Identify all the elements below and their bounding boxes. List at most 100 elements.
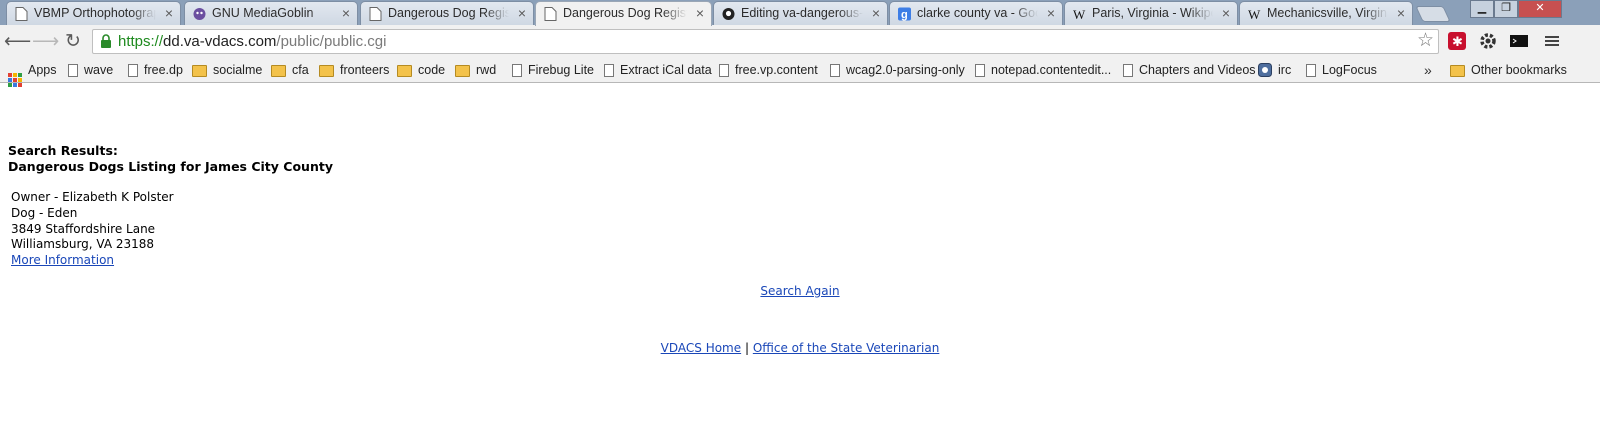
- wikipedia-icon: W: [1073, 7, 1086, 21]
- bookmark-label: Apps: [28, 63, 57, 77]
- url-text[interactable]: https://dd.va-vdacs.com/public/public.cg…: [118, 33, 386, 50]
- tab-title: Editing va-dangerous-dogs: [741, 6, 863, 20]
- tab-close-icon[interactable]: ×: [1222, 5, 1230, 21]
- menu-icon[interactable]: [1542, 31, 1562, 51]
- tab-close-icon[interactable]: ×: [165, 5, 173, 21]
- search-again-link[interactable]: Search Again: [760, 284, 839, 298]
- bookmark-socialme[interactable]: socialme: [192, 62, 262, 79]
- bookmark-label: notepad.contentedit...: [991, 63, 1112, 77]
- state-veterinarian-link[interactable]: Office of the State Veterinarian: [753, 341, 940, 355]
- tab-close-icon[interactable]: ×: [872, 5, 880, 21]
- tab-vbmp[interactable]: VBMP Orthophotograph ×: [6, 1, 181, 25]
- tab-strip: VBMP Orthophotograph × GNU MediaGoblin ×…: [0, 0, 1600, 26]
- bookmark-label: LogFocus: [1322, 63, 1377, 77]
- tab-close-icon[interactable]: ×: [696, 5, 704, 21]
- bookmark-label: wave: [84, 63, 114, 77]
- tab-title: VBMP Orthophotograph: [34, 6, 156, 20]
- bookmark-notepad[interactable]: notepad.contentedit...: [975, 62, 1111, 79]
- page-icon: [512, 64, 522, 77]
- terminal-icon[interactable]: [1509, 31, 1529, 51]
- url-scheme: https://: [118, 33, 164, 50]
- reload-icon[interactable]: ↻: [61, 30, 85, 54]
- tab-wikipedia-mechanicsville[interactable]: W Mechanicsville, Virginia ×: [1239, 1, 1413, 25]
- page-icon: [1306, 64, 1316, 77]
- svg-text:W: W: [1073, 7, 1086, 21]
- tab-title: Paris, Virginia - Wikipedia: [1092, 6, 1213, 20]
- folder-icon: [455, 65, 470, 77]
- lastpass-icon[interactable]: ✱: [1447, 31, 1467, 51]
- tab-close-icon[interactable]: ×: [342, 5, 350, 21]
- lock-icon: [101, 34, 111, 48]
- tab-google-search[interactable]: g clarke county va - Google ×: [889, 1, 1063, 25]
- minimize-icon[interactable]: ▁: [1470, 0, 1494, 18]
- tab-title: Dangerous Dog Registry: [388, 6, 509, 20]
- url-path: /public/public.cgi: [276, 33, 387, 50]
- bookmark-fronteers[interactable]: fronteers: [319, 62, 389, 79]
- results-heading: Search Results: Dangerous Dogs Listing f…: [8, 143, 333, 175]
- github-icon: [722, 8, 735, 20]
- tab-wikipedia-paris[interactable]: W Paris, Virginia - Wikipedia ×: [1064, 1, 1238, 25]
- bookmark-label: fronteers: [340, 63, 390, 77]
- tab-dangerous-dog-active[interactable]: Dangerous Dog Registry ×: [535, 1, 712, 26]
- more-information-link[interactable]: More Information: [11, 253, 114, 267]
- page-icon: [128, 64, 138, 77]
- bookmark-rwd[interactable]: rwd: [455, 62, 496, 79]
- tab-close-icon[interactable]: ×: [1047, 5, 1055, 21]
- bookmark-chapters-videos[interactable]: Chapters and Videos: [1123, 62, 1256, 79]
- bookmark-apps[interactable]: Apps: [8, 62, 57, 87]
- footer-separator: |: [744, 341, 749, 355]
- wikipedia-icon: W: [1248, 7, 1261, 21]
- bookmarks-bar: Apps wave free.dp socialme cfa fronteers…: [0, 58, 1600, 87]
- tab-github-editing[interactable]: Editing va-dangerous-dogs ×: [713, 1, 888, 25]
- bookmark-label: rwd: [476, 63, 497, 77]
- tab-close-icon[interactable]: ×: [518, 5, 526, 21]
- folder-icon: [319, 65, 334, 77]
- folder-icon: [397, 65, 412, 77]
- bookmark-wave[interactable]: wave: [68, 62, 113, 79]
- bookmark-other-bookmarks[interactable]: Other bookmarks: [1450, 62, 1567, 79]
- bookmark-free-vp-content[interactable]: free.vp.content: [719, 62, 818, 79]
- bookmarks-overflow-chevron-icon[interactable]: »: [1424, 62, 1432, 78]
- address-bar[interactable]: https://dd.va-vdacs.com/public/public.cg…: [92, 29, 1439, 54]
- bookmark-label: wcag2.0-parsing-only: [846, 63, 965, 77]
- bookmark-star-icon[interactable]: ☆: [1417, 31, 1434, 51]
- folder-icon: [1450, 65, 1465, 77]
- bookmark-extract-ical[interactable]: Extract iCal data: [604, 62, 712, 79]
- dog-line: Dog - Eden: [11, 205, 78, 220]
- page-icon: [604, 64, 614, 77]
- search-again-row: Search Again: [0, 284, 1600, 298]
- city-line: Williamsburg, VA 23188: [11, 237, 155, 252]
- forward-arrow-icon[interactable]: ⟶: [32, 30, 59, 54]
- bookmark-free-dp[interactable]: free.dp: [128, 62, 183, 79]
- bookmark-code[interactable]: code: [397, 62, 445, 79]
- page-icon: [68, 64, 78, 77]
- svg-text:✱: ✱: [1452, 35, 1463, 50]
- gear-icon[interactable]: [1478, 31, 1498, 51]
- tab-title: clarke county va - Google: [917, 6, 1038, 20]
- bookmark-label: Other bookmarks: [1471, 63, 1567, 77]
- page-icon: [544, 7, 557, 21]
- tab-title: Dangerous Dog Registry: [563, 6, 687, 20]
- tab-dangerous-dog-1[interactable]: Dangerous Dog Registry ×: [360, 1, 534, 25]
- page-icon: [975, 64, 985, 77]
- bookmark-label: socialme: [213, 63, 263, 77]
- page-icon: [1123, 64, 1133, 77]
- bookmark-irc[interactable]: irc: [1258, 62, 1291, 79]
- bookmark-firebug-lite[interactable]: Firebug Lite: [512, 62, 594, 79]
- bookmark-label: Firebug Lite: [528, 63, 595, 77]
- vdacs-home-link[interactable]: VDACS Home: [661, 341, 741, 355]
- bookmark-wcag[interactable]: wcag2.0-parsing-only: [830, 62, 965, 79]
- tab-close-icon[interactable]: ×: [1397, 5, 1405, 21]
- bookmark-label: free.dp: [144, 63, 183, 77]
- svg-text:g: g: [901, 9, 908, 21]
- bookmark-logfocus[interactable]: LogFocus: [1306, 62, 1377, 79]
- page-content: Search Results: Dangerous Dogs Listing f…: [0, 84, 1600, 422]
- svg-text:W: W: [1248, 7, 1261, 21]
- tab-mediagoblin[interactable]: GNU MediaGoblin ×: [184, 1, 358, 25]
- new-tab-button[interactable]: [1415, 6, 1451, 22]
- bookmark-cfa[interactable]: cfa: [271, 62, 309, 79]
- window-close-icon[interactable]: ✕: [1518, 0, 1562, 18]
- back-arrow-icon[interactable]: ⟵: [4, 30, 31, 54]
- maximize-icon[interactable]: ❐: [1494, 0, 1518, 18]
- bookmark-label: code: [418, 63, 446, 77]
